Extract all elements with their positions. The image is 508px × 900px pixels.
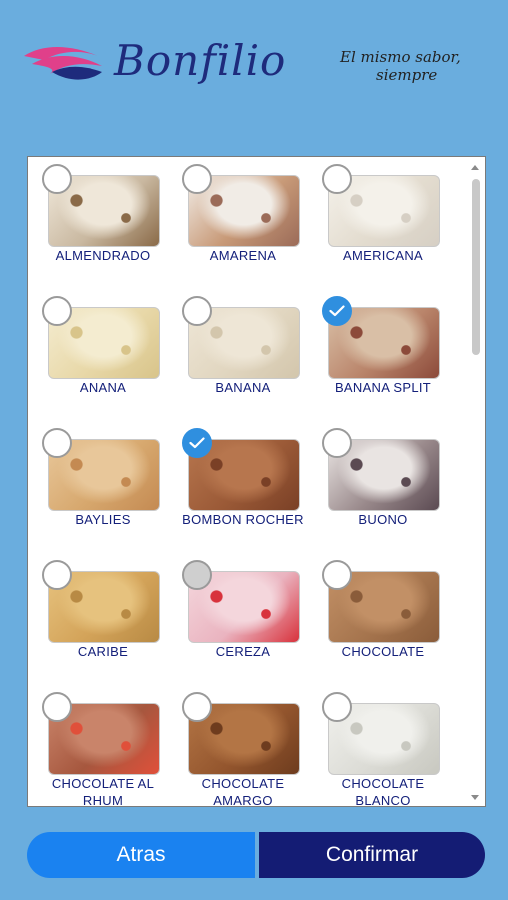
checkmark-icon [189,437,205,449]
flavor-checkbox[interactable] [322,560,352,590]
flavor-label: CHOCOLATE AL RHUM [51,776,155,807]
flavor-item[interactable]: AMERICANA [316,157,456,289]
flavor-item[interactable]: AMARENA [176,157,316,289]
scrollbar-thumb[interactable] [472,179,480,355]
logo-wave-icon [24,47,102,80]
flavor-label: CHOCOLATE AMARGO [201,776,285,807]
flavor-label: ALMENDRADO [55,248,151,263]
flavor-label: ANANA [79,380,127,395]
flavor-label: BOMBON ROCHER [182,512,304,527]
brand-logo: Bonfilio [22,36,302,106]
flavor-label: BANANA SPLIT [334,380,432,395]
flavor-item[interactable]: BAYLIES [36,421,176,553]
flavor-label: BANANA [215,380,271,395]
scrollbar[interactable] [467,157,485,806]
flavor-item[interactable]: CEREZA [176,553,316,685]
flavor-item[interactable]: CHOCOLATE AL RHUM [36,685,176,807]
brand-name: Bonfilio [114,36,287,85]
flavor-item[interactable]: BANANA [176,289,316,421]
flavor-checkbox[interactable] [182,164,212,194]
confirm-button[interactable]: Confirmar [259,832,485,878]
flavor-item[interactable]: CHOCOLATE [316,553,456,685]
flavor-item[interactable]: BOMBON ROCHER [176,421,316,553]
slogan-line-2: siempre [376,66,438,84]
flavor-checkbox[interactable] [182,428,212,458]
flavor-checkbox[interactable] [42,164,72,194]
flavor-checkbox[interactable] [42,296,72,326]
flavor-item[interactable]: BUONO [316,421,456,553]
flavor-label: BAYLIES [75,512,131,527]
flavor-checkbox[interactable] [322,428,352,458]
back-button[interactable]: Atras [27,832,255,878]
flavor-label: CHOCOLATE BLANCO [341,776,425,807]
flavor-item[interactable]: ALMENDRADO [36,157,176,289]
flavor-item[interactable]: BANANA SPLIT [316,289,456,421]
scroll-up-arrow-icon[interactable] [471,165,479,170]
flavor-item[interactable]: CHOCOLATE BLANCO [316,685,456,807]
flavor-label: CHOCOLATE [341,644,425,659]
slogan-line-1: El mismo sabor, [340,48,461,66]
flavor-item[interactable]: CHOCOLATE AMARGO [176,685,316,807]
scroll-down-arrow-icon[interactable] [471,795,479,800]
flavor-checkbox[interactable] [322,296,352,326]
flavor-label: BUONO [358,512,408,527]
slogan: El mismo sabor, siempre [340,48,508,84]
flavor-item[interactable]: CARIBE [36,553,176,685]
flavor-list-panel[interactable]: ALMENDRADO AMARENA AMERICANA ANANA BANANA BAN… [27,156,486,807]
flavor-label: AMERICANA [343,248,423,263]
flavor-checkbox[interactable] [322,692,352,722]
flavor-checkbox[interactable] [42,692,72,722]
flavor-checkbox[interactable] [182,692,212,722]
header: Bonfilio El mismo sabor, siempre [0,0,508,140]
checkmark-icon [329,305,345,317]
flavor-checkbox[interactable] [182,560,212,590]
flavor-label: AMARENA [209,248,277,263]
flavor-item[interactable]: ANANA [36,289,176,421]
flavor-checkbox[interactable] [322,164,352,194]
flavor-label: CEREZA [215,644,271,659]
flavor-checkbox[interactable] [42,428,72,458]
flavor-checkbox[interactable] [42,560,72,590]
flavor-label: CARIBE [77,644,129,659]
flavor-checkbox[interactable] [182,296,212,326]
